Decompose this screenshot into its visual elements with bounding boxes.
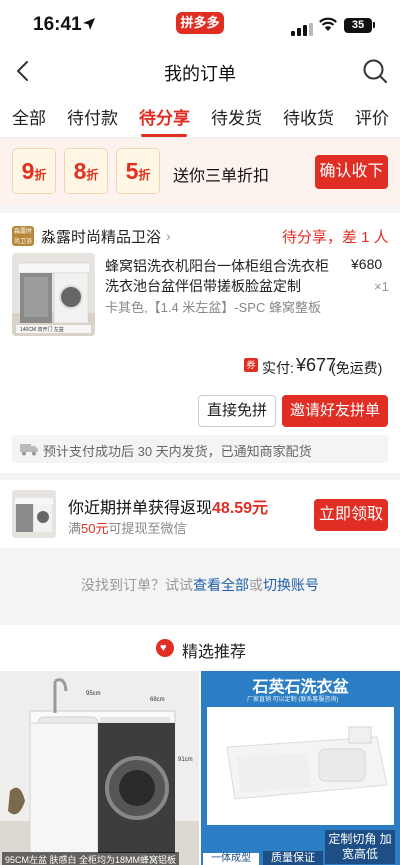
product-spec: 卡其色,【1.4 米左盆】-SPC 蜂窝整板 (105, 300, 321, 315)
product-price: ¥680 (351, 256, 383, 272)
cashback-amount: 48.59元 (212, 500, 269, 517)
recommend-left-caption: 95CM左盆 肤感白 全柜均为18MM蜂窝铝板 (2, 852, 180, 865)
tab-review[interactable]: 评价 (355, 104, 389, 129)
coupon-text: 送你三单折扣 (173, 168, 270, 185)
status-bar: 16:41 拼多多 35 (0, 0, 400, 48)
chevron-right-icon[interactable]: › (166, 228, 171, 244)
coupon-tag-icon: 券 (244, 358, 258, 372)
wifi-icon (319, 17, 337, 31)
cashback-sub-suffix: 可提现至微信 (108, 521, 187, 536)
coupon-unit: 折 (138, 168, 151, 182)
view-all-link[interactable]: 查看全部 (193, 577, 249, 593)
recommend-item-right[interactable]: 石英石洗衣盆 厂家直销 可以定制 (联系客服咨询) 定制切角 加宽高低 质量保证… (201, 671, 400, 865)
cashback-title: 你近期拼单获得返现48.59元 (68, 494, 268, 518)
product-quantity: ×1 (374, 279, 389, 294)
washbasin-illustration (207, 707, 394, 825)
coupon-card: 9折 (12, 148, 56, 194)
cashback-threshold: 50元 (81, 521, 109, 536)
paid-row: 券 实付: ¥677 (免运费) (0, 355, 400, 377)
battery-icon: 35 (344, 18, 372, 33)
invite-friend-button[interactable]: 邀请好友拼单 (282, 395, 388, 427)
order-card (0, 213, 400, 473)
cashback-subtitle: 满50元可提现至微信 (68, 518, 187, 537)
cashback-title-text: 你近期拼单获得返现 (68, 500, 213, 517)
product-image-caption: 140CM 双开门 左盆 (20, 327, 64, 333)
order-status: 待分享，差 1 人 (282, 229, 389, 246)
cabinet-illustration (12, 253, 95, 336)
heart-icon: ♥ (156, 639, 174, 657)
recommend-item-left[interactable]: 95cm 68cm 91cm 95CM左盆 肤感白 全柜均为18MM蜂窝铝板 (0, 671, 199, 865)
cellular-signal-icon (291, 18, 315, 36)
tab-pending-receipt[interactable]: 待收货 (283, 104, 334, 129)
svg-text:95cm: 95cm (86, 691, 101, 697)
app-badge: 拼多多 (176, 12, 224, 34)
coupon-card: 8折 (64, 148, 108, 194)
svg-text:91cm: 91cm (178, 757, 193, 763)
coupon-unit: 折 (34, 168, 47, 182)
claim-now-button[interactable]: 立即领取 (314, 499, 388, 531)
coupon-banner: 9折 8折 5折 送你三单折扣 确认收下 (0, 138, 400, 206)
coupon-unit: 折 (86, 168, 99, 182)
recommend-title: 精选推荐 (182, 644, 247, 661)
shipping-free-note: (免运费) (331, 360, 383, 376)
not-found-text: 没找到订单？试试 (81, 577, 193, 593)
location-arrow-icon (83, 18, 95, 30)
badge-quality: 质量保证 (263, 851, 323, 865)
shipping-note: 预计支付成功后 30 天内发货，已通知商家配货 (12, 435, 388, 463)
coupon-value: 8 (73, 158, 87, 184)
heart-glyph: ♥ (160, 642, 167, 654)
product-image[interactable]: 140CM 双开门 左盆 (12, 253, 95, 336)
paid-label: 实付: (262, 360, 294, 376)
recommend-header: ♥ 精选推荐 (0, 625, 400, 671)
switch-account-link[interactable]: 切换账号 (263, 577, 319, 593)
battery-cap (373, 22, 375, 28)
store-name[interactable]: 淼露时尚精品卫浴 (41, 226, 161, 247)
order-tabs: 全部 待付款 待分享 待发货 待收货 评价 (0, 94, 400, 138)
tab-pending-shipment[interactable]: 待发货 (211, 104, 262, 129)
status-time: 16:41 (33, 14, 82, 35)
confirm-coupon-button[interactable]: 确认收下 (315, 155, 388, 189)
svg-text:68cm: 68cm (150, 697, 165, 703)
tab-pending-payment[interactable]: 待付款 (67, 104, 118, 129)
badge-custom: 定制切角 加宽高低 (325, 830, 395, 864)
not-found-hint: 没找到订单？试试查看全部或切换账号 (0, 575, 400, 595)
page-title: 我的订单 (164, 64, 236, 84)
tab-pending-share[interactable]: 待分享 (139, 104, 190, 129)
active-tab-indicator (141, 134, 187, 137)
nav-bar: 我的订单 (0, 48, 400, 94)
store-logo: 淼露时尚卫浴 (12, 226, 34, 246)
product-panel (207, 707, 394, 825)
product-title[interactable]: 蜂窝铝洗衣机阳台一体柜组合洗衣柜洗衣池台盆伴侣带搓板脸盆定制 (105, 256, 335, 296)
search-icon[interactable] (362, 58, 388, 84)
shipping-note-text: 预计支付成功后 30 天内发货，已通知商家配货 (43, 444, 312, 459)
badge-body: 一体成型 (203, 853, 259, 865)
section-gap (0, 206, 400, 213)
coupon-card: 5折 (116, 148, 160, 194)
coupon-value: 9 (21, 158, 35, 184)
coupon-value: 5 (125, 158, 139, 184)
truck-icon (20, 444, 38, 456)
or-text: 或 (249, 577, 263, 593)
cashback-sub-prefix: 满 (68, 521, 82, 536)
cabinet-photo: 95cm 68cm 91cm (0, 671, 199, 865)
cashback-product-image (12, 490, 56, 538)
section-gap (0, 473, 400, 480)
cabinet-illustration (12, 490, 56, 538)
recommend-right-subheader: 厂家直销 可以定制 (联系客服咨询) (247, 697, 339, 703)
direct-buy-button[interactable]: 直接免拼 (198, 395, 276, 427)
tab-all[interactable]: 全部 (12, 104, 46, 129)
